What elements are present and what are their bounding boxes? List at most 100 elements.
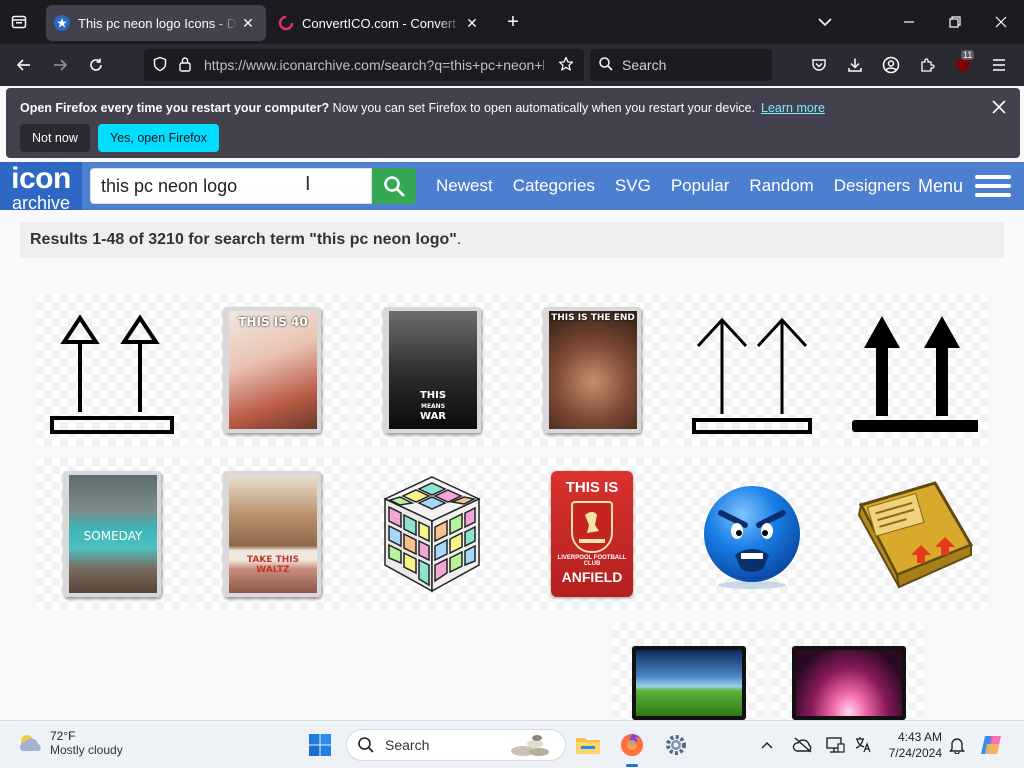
menu-burger-icon: [975, 170, 1012, 202]
sign-bottom-text: ANFIELD: [561, 569, 623, 585]
text-cursor-icon: I: [305, 173, 311, 195]
arrows-up-solid-icon: [852, 316, 978, 432]
result-someday-icon[interactable]: SOMEDAY: [36, 458, 188, 610]
notification-message: Open Firefox every time you restart your…: [20, 101, 825, 115]
movie-title: THIS MEANS WAR: [419, 390, 447, 422]
result-this-means-war-icon[interactable]: THIS MEANS WAR: [356, 294, 508, 446]
reload-icon[interactable]: [78, 49, 114, 81]
extensions-icon[interactable]: [910, 49, 944, 81]
results-suffix: .: [456, 231, 462, 248]
tab-bar: This pc neon logo Icons - Download ✕ Con…: [0, 0, 1024, 44]
language-icon[interactable]: [850, 729, 876, 761]
nav-popular[interactable]: Popular: [661, 176, 740, 196]
extension-badge: 11: [961, 50, 975, 60]
result-this-side-up-outline-icon[interactable]: [36, 294, 188, 446]
browser-search-field[interactable]: Search: [590, 49, 772, 81]
search-icon: [598, 56, 614, 75]
shield-icon[interactable]: [152, 56, 168, 75]
result-rubiks-cube-icon[interactable]: [356, 458, 508, 610]
sign-club-text: LIVERPOOL FOOTBALL CLUB: [557, 555, 627, 567]
logo-text-bottom: archive: [11, 193, 71, 213]
close-tab-icon[interactable]: ✕: [238, 15, 258, 32]
result-take-this-waltz-icon[interactable]: TAKE THIS WALTZ: [196, 458, 348, 610]
show-hidden-icons-icon[interactable]: [756, 729, 778, 761]
movie-title: TAKE THIS WALTZ: [246, 555, 300, 575]
result-this-is-40-icon[interactable]: THIS IS 40: [196, 294, 348, 446]
green-landscape-thumbnail: [632, 646, 746, 720]
site-logo[interactable]: icon archive: [0, 162, 82, 213]
result-package-icon[interactable]: [836, 458, 988, 610]
minimize-icon[interactable]: [886, 0, 932, 44]
windows-taskbar: 72°F Mostly cloudy Search 4:43 AM 7/24/2…: [0, 720, 1024, 768]
notification-title: Open Firefox every time you restart your…: [20, 101, 330, 115]
copilot-icon[interactable]: [976, 729, 1008, 761]
nav-newest[interactable]: Newest: [426, 176, 503, 196]
close-window-icon[interactable]: [978, 0, 1024, 44]
clock-time: 4:43 AM: [897, 730, 942, 744]
this-is-40-cover: THIS IS 40: [223, 307, 321, 433]
windows-start-icon[interactable]: [304, 729, 336, 761]
list-tabs-icon[interactable]: [802, 0, 848, 44]
tab-overview-icon[interactable]: [0, 0, 38, 44]
tab-convertico[interactable]: ConvertICO.com - Convert PNG ✕: [270, 5, 490, 41]
restore-icon[interactable]: [932, 0, 978, 44]
back-icon[interactable]: [6, 49, 42, 81]
url-bar[interactable]: https://www.iconarchive.com/search?q=thi…: [144, 49, 584, 81]
result-wallpaper-sunset-icon[interactable]: [772, 622, 924, 720]
result-this-side-up-thin-icon[interactable]: [676, 294, 828, 446]
file-explorer-icon[interactable]: [572, 729, 604, 761]
ublock-icon[interactable]: 11: [946, 49, 980, 81]
search-icon: [384, 176, 405, 197]
new-tab-icon[interactable]: +: [496, 5, 530, 39]
yes-open-firefox-button[interactable]: Yes, open Firefox: [98, 124, 219, 152]
default-browser-notification: Open Firefox every time you restart your…: [6, 88, 1020, 158]
site-menu-button[interactable]: Menu: [918, 162, 1012, 210]
learn-more-link[interactable]: Learn more: [761, 101, 825, 115]
firefox-icon[interactable]: [616, 729, 648, 767]
taskbar-search[interactable]: Search: [346, 729, 566, 761]
clock-date: 7/24/2024: [888, 746, 942, 760]
url-text[interactable]: https://www.iconarchive.com/search?q=thi…: [204, 57, 544, 73]
close-tab-icon[interactable]: ✕: [462, 15, 482, 32]
site-header: icon archive this pc neon logo I Newest …: [0, 162, 1024, 213]
display-icon[interactable]: [822, 729, 848, 761]
weather-widget[interactable]: 72°F Mostly cloudy: [16, 729, 123, 757]
nav-random[interactable]: Random: [739, 176, 823, 196]
site-search-input[interactable]: this pc neon logo I: [90, 168, 372, 204]
result-wallpaper-green-icon[interactable]: [612, 622, 764, 720]
nav-categories[interactable]: Categories: [503, 176, 605, 196]
sign-top-text: THIS IS: [565, 479, 619, 496]
nav-designers[interactable]: Designers: [824, 176, 921, 196]
lock-icon[interactable]: [178, 56, 192, 75]
site-nav: Newest Categories SVG Popular Random Des…: [426, 162, 920, 210]
temperature: 72°F: [50, 729, 76, 743]
forward-icon[interactable]: [42, 49, 78, 81]
settings-gear-icon[interactable]: [660, 729, 692, 761]
weather-condition: Mostly cloudy: [50, 743, 123, 757]
movie-title: THIS IS THE END: [551, 313, 635, 323]
onedrive-offline-icon[interactable]: [790, 729, 816, 761]
arrows-up-thin-icon: [692, 317, 812, 434]
bookmark-star-icon[interactable]: [558, 56, 574, 75]
tab-iconarchive[interactable]: This pc neon logo Icons - Download ✕: [46, 5, 266, 41]
hamburger-menu-icon[interactable]: [982, 49, 1016, 81]
angry-face-icon: [704, 486, 800, 589]
movie-title: SOMEDAY: [83, 529, 143, 543]
result-angry-smiley-icon[interactable]: [676, 458, 828, 610]
nav-svg[interactable]: SVG: [605, 176, 661, 196]
downloads-icon[interactable]: [838, 49, 872, 81]
not-now-button[interactable]: Not now: [20, 124, 90, 152]
take-this-waltz-cover: TAKE THIS WALTZ: [223, 471, 321, 597]
result-this-is-the-end-icon[interactable]: THIS IS THE END: [516, 294, 668, 446]
system-clock[interactable]: 4:43 AM 7/24/2024: [888, 729, 942, 761]
anfield-sign: THIS IS LIVERPOOL FOOTBALL CLUB ANFIELD: [551, 471, 633, 597]
notifications-bell-icon[interactable]: [944, 729, 970, 761]
result-this-side-up-solid-icon[interactable]: [836, 294, 988, 446]
result-this-is-anfield-icon[interactable]: THIS IS LIVERPOOL FOOTBALL CLUB ANFIELD: [516, 458, 668, 610]
close-notification-icon[interactable]: [992, 98, 1006, 119]
tab-title: This pc neon logo Icons - Download: [78, 15, 238, 31]
movie-title: THIS IS 40: [238, 315, 308, 329]
site-search-button[interactable]: [372, 168, 416, 204]
account-icon[interactable]: [874, 49, 908, 81]
pocket-icon[interactable]: [802, 49, 836, 81]
